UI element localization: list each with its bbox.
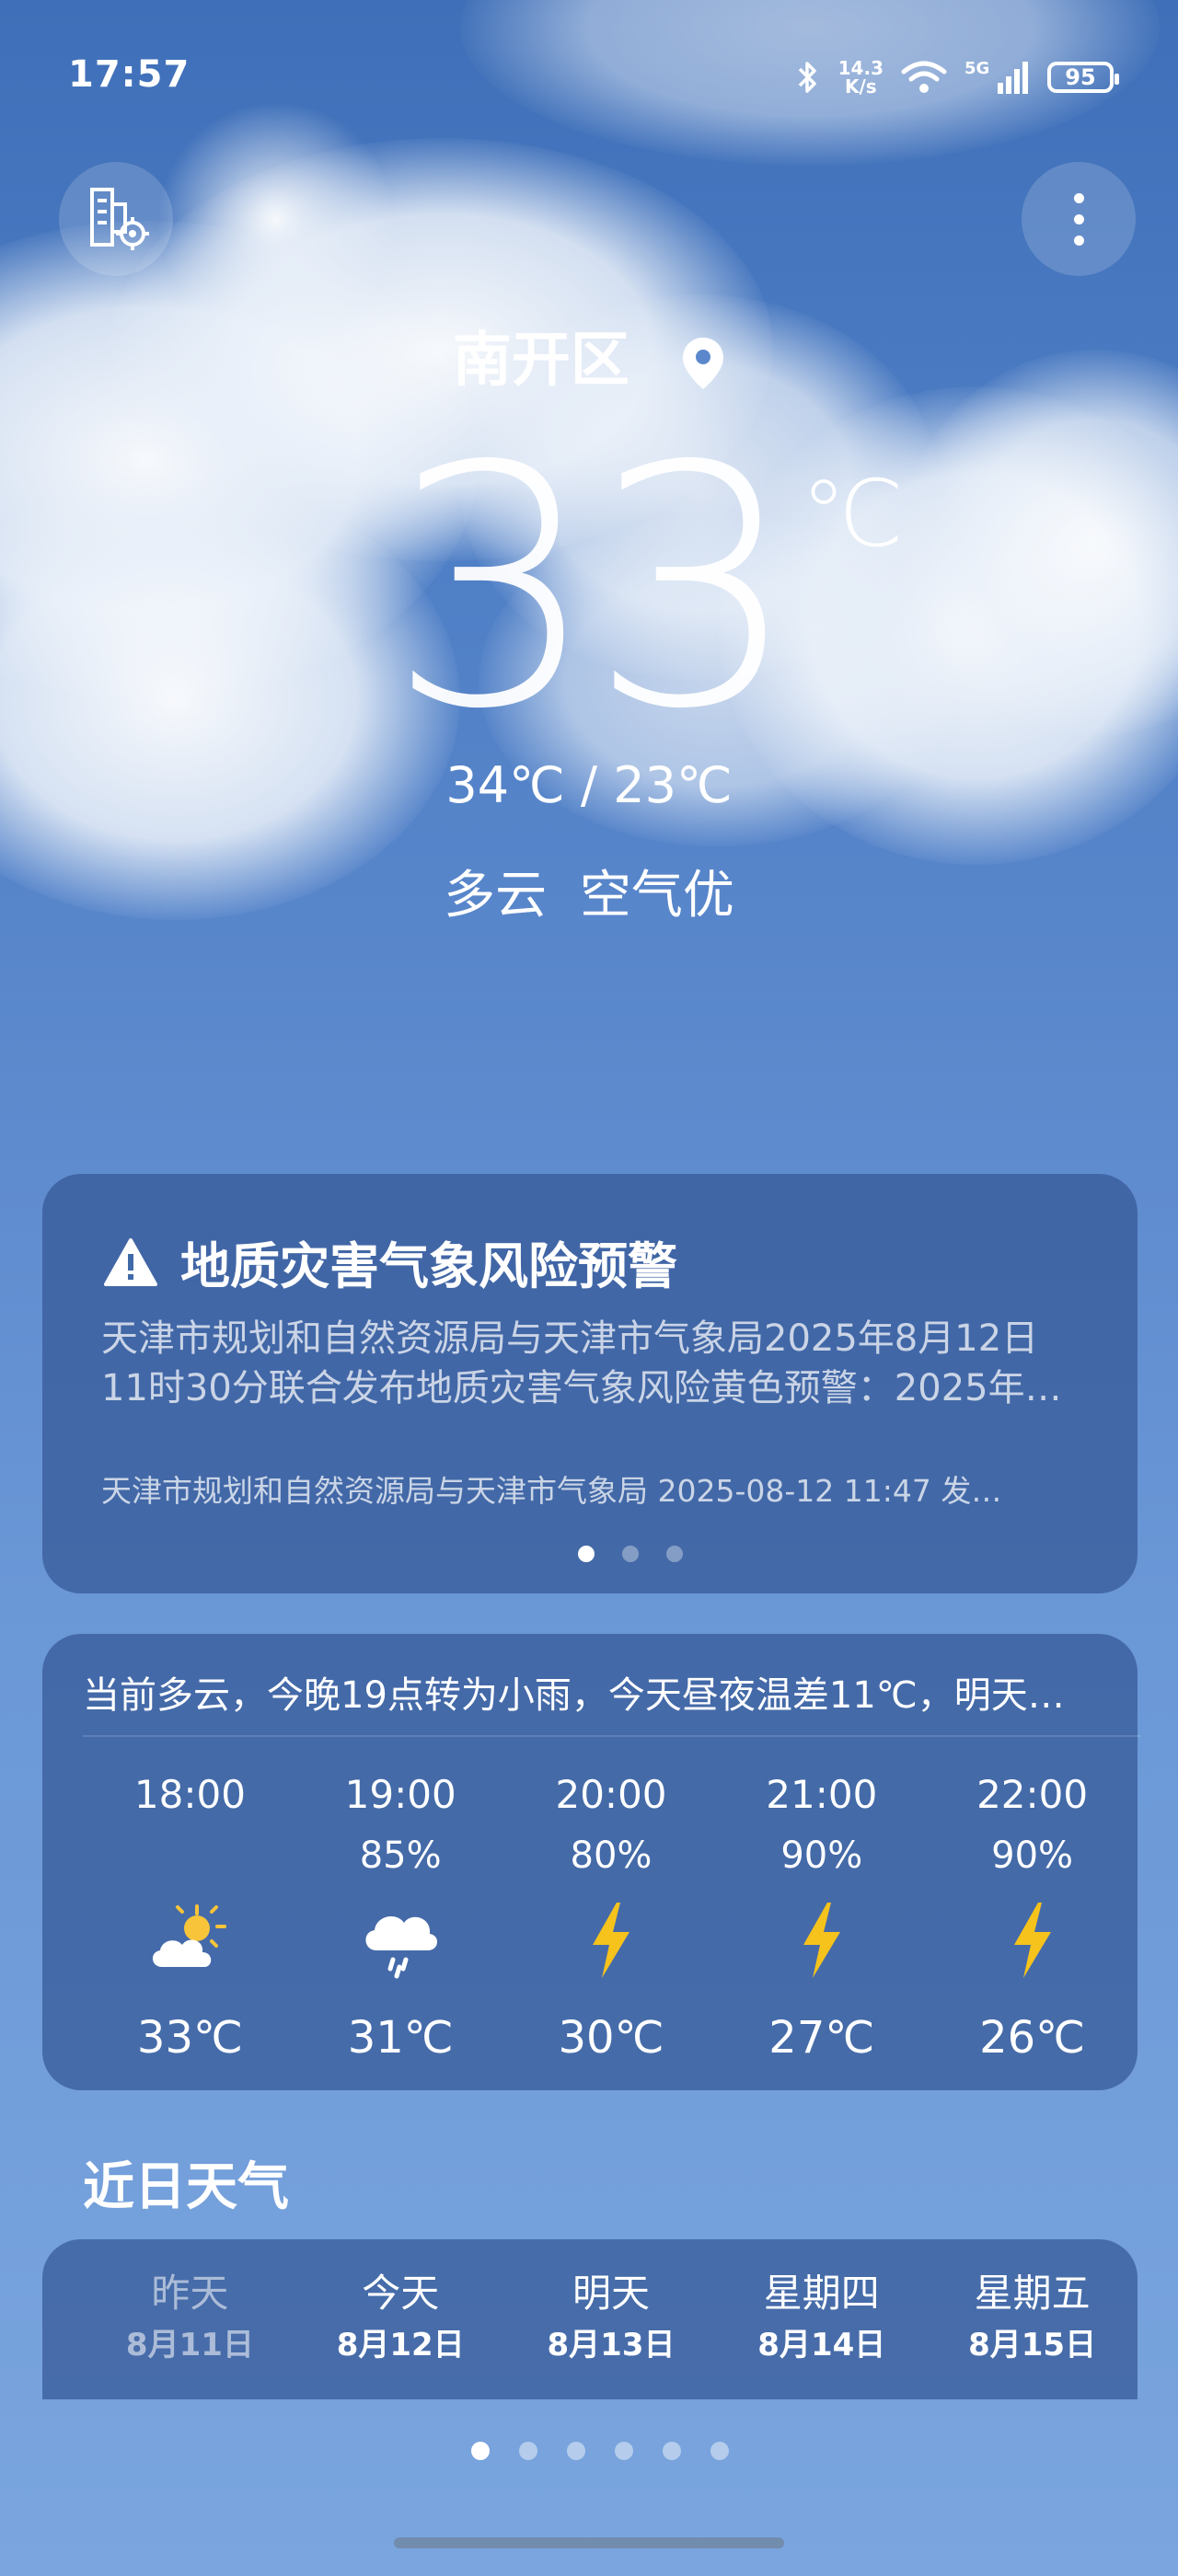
day-date: 8月15日 [968, 2327, 1097, 2363]
location-name: 南开区 [452, 327, 629, 395]
hour-item: 19:00 85% 31℃ [295, 1765, 506, 2076]
hour-precip: 80% [570, 1834, 653, 1877]
weather-condition: 多云 [444, 866, 548, 926]
city-page-indicator[interactable] [471, 2442, 729, 2460]
battery-indicator: 95 [1047, 62, 1119, 93]
alert-source: 天津市规划和自然资源局与天津市气象局 2025-08-12 11:47 发… [101, 1473, 1002, 1509]
day-name: 明天 [572, 2271, 650, 2316]
cellular-signal: 5G [964, 59, 1031, 96]
hourly-forecast-card[interactable]: 当前多云，今晚19点转为小雨，今天昼夜温差11℃，明天… 18:00 33℃ 1… [42, 1634, 1141, 2090]
day-item[interactable]: 昨天 8月11日 [85, 2263, 295, 2366]
hour-precip: 85% [359, 1834, 442, 1877]
current-temperature-block: 33 [0, 423, 1178, 754]
hourly-list[interactable]: 18:00 33℃ 19:00 85% 31℃ 20:00 80% 30℃ 21… [85, 1765, 1138, 2076]
alert-page-dot[interactable] [578, 1546, 595, 1562]
home-indicator[interactable] [394, 2537, 784, 2548]
day-date: 8月13日 [547, 2327, 676, 2363]
more-vertical-icon [1073, 192, 1084, 246]
hour-precip: 90% [780, 1834, 863, 1877]
hour-temp: 27℃ [768, 2012, 875, 2064]
hour-time: 20:00 [555, 1772, 667, 1817]
net-speed: 14.3 K/s [837, 57, 884, 98]
hour-time: 19:00 [344, 1772, 456, 1817]
temperature-range: 34℃ / 23℃ [445, 756, 733, 814]
alert-title-row: 地质灾害气象风险预警 [103, 1225, 677, 1298]
signal-bars-icon [998, 62, 1028, 94]
status-bar: 17:57 14.3 K/s 5G 95 [0, 0, 1178, 156]
alert-page-dot[interactable] [666, 1546, 683, 1562]
city-settings-icon [90, 188, 149, 250]
hour-item: 22:00 90% 26℃ [927, 1765, 1138, 2076]
city-page-dot[interactable] [615, 2442, 633, 2460]
hour-temp: 30℃ [558, 2012, 664, 2064]
section-title-recent-weather: 近日天气 [83, 2157, 289, 2217]
bluetooth-icon [798, 62, 816, 93]
city-page-dot[interactable] [710, 2442, 729, 2460]
day-date: 8月14日 [757, 2327, 886, 2363]
hour-time: 21:00 [766, 1772, 878, 1817]
city-page-dot[interactable] [471, 2442, 490, 2460]
day-name: 星期五 [974, 2271, 1091, 2316]
location-pin-icon [683, 338, 724, 390]
hour-precip: 90% [991, 1834, 1074, 1877]
day-name: 星期四 [763, 2271, 880, 2316]
city-page-dot[interactable] [567, 2442, 585, 2460]
divider [83, 1735, 1141, 1737]
city-manage-button[interactable] [59, 162, 173, 276]
hour-time: 18:00 [133, 1772, 246, 1817]
city-page-dot[interactable] [663, 2442, 681, 2460]
day-name: 昨天 [151, 2271, 229, 2316]
warning-icon [104, 1237, 157, 1286]
alert-description: 天津市规划和自然资源局与天津市气象局2025年8月12日 11时30分联合发布地… [101, 1317, 1062, 1409]
hour-time: 22:00 [976, 1772, 1089, 1817]
hour-item: 18:00 33℃ [85, 1765, 295, 2076]
city-page-dot[interactable] [519, 2442, 537, 2460]
partly-cloudy-sun-icon [153, 1904, 227, 1967]
alert-pager[interactable] [578, 1546, 683, 1562]
thunder-icon [592, 1903, 629, 1978]
daily-list[interactable]: 昨天 8月11日 今天 8月12日 明天 8月13日 星期四 8月14日 星期五… [85, 2263, 1138, 2366]
hour-item: 20:00 80% 30℃ [506, 1765, 717, 2076]
hour-item: 21:00 90% 27℃ [716, 1765, 927, 2076]
location-label[interactable]: 南开区 [0, 313, 1178, 397]
day-item[interactable]: 星期五 8月15日 [927, 2263, 1138, 2366]
thunder-icon [803, 1903, 840, 1978]
air-quality[interactable]: 空气优 [580, 866, 734, 926]
forecast-summary: 当前多云，今晚19点转为小雨，今天昼夜温差11℃，明天… [83, 1674, 1065, 1717]
hour-temp: 31℃ [347, 2012, 454, 2064]
hour-temp: 33℃ [136, 2012, 243, 2064]
temperature-unit: ℃ [801, 460, 905, 568]
day-item[interactable]: 今天 8月12日 [295, 2263, 506, 2366]
alert-page-dot[interactable] [622, 1546, 639, 1562]
hour-precip [85, 1825, 295, 1886]
hour-temp: 26℃ [979, 2012, 1086, 2064]
more-options-button[interactable] [1022, 162, 1136, 276]
light-rain-icon [365, 1916, 438, 1979]
alert-title: 地质灾害气象风险预警 [180, 1237, 677, 1295]
wifi-icon [901, 61, 947, 93]
clock: 17:57 [68, 53, 191, 96]
day-date: 8月11日 [125, 2327, 254, 2363]
day-name: 今天 [362, 2271, 440, 2316]
thunder-icon [1013, 1903, 1051, 1978]
daily-forecast-card[interactable]: 昨天 8月11日 今天 8月12日 明天 8月13日 星期四 8月14日 星期五… [42, 2239, 1138, 2399]
day-date: 8月12日 [336, 2327, 465, 2363]
status-icons: 14.3 K/s 5G 95 [794, 53, 1119, 101]
current-temperature: 33 [387, 396, 800, 781]
weather-alert-card[interactable]: 地质灾害气象风险预警 天津市规划和自然资源局与天津市气象局2025年8月12日 … [42, 1174, 1138, 1593]
day-item[interactable]: 明天 8月13日 [506, 2263, 717, 2366]
day-item[interactable]: 星期四 8月14日 [716, 2263, 927, 2366]
condition-line: 多云 空气优 [0, 854, 1178, 928]
